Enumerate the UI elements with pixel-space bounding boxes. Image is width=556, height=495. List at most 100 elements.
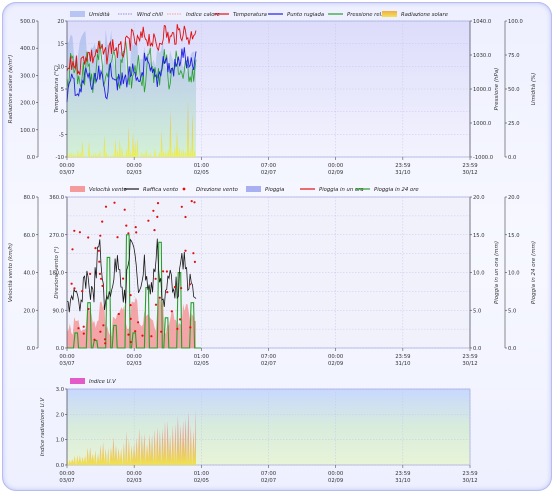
x-tick-label: 31/10	[395, 170, 411, 176]
wind-direction-point	[87, 307, 90, 311]
rain-rate-tick-label: 5.0	[473, 308, 481, 314]
x-tick-label: 01:00	[194, 163, 210, 169]
wind-direction-point	[82, 325, 85, 328]
wind-direction-point	[166, 291, 169, 294]
x-tick-label: 00:00	[328, 163, 344, 169]
wind-direction-point	[104, 342, 107, 345]
x-tick-label: 02/09	[328, 361, 343, 367]
x-tick-label: 02/03	[127, 170, 142, 176]
legend-chart2-item-swatch	[182, 187, 186, 191]
wind-speed-tick-label: 40.0	[23, 271, 35, 277]
wind-direction-point	[97, 249, 100, 252]
temperature-tick-label: -10	[56, 155, 64, 161]
wind-direction-point	[81, 290, 84, 293]
direction-tick-label: 90.0	[52, 308, 64, 314]
x-tick-label: 01:00	[194, 354, 210, 360]
wind-direction-point	[127, 333, 130, 336]
wind-direction-point	[156, 215, 159, 218]
x-tick-label: 23:59	[462, 163, 477, 169]
wind-direction-point	[154, 303, 158, 306]
uv-tick-label: 0.0	[56, 463, 64, 469]
wind-direction-point	[123, 208, 126, 211]
humidity-tick-label: 25.0	[508, 121, 520, 127]
x-tick-label: 30/12	[462, 170, 477, 176]
legend-chart2-item-label: Pioggia in 24 ore	[374, 187, 419, 193]
x-tick-label: 02/09	[328, 478, 343, 484]
x-tick-label: 07:00	[261, 163, 277, 169]
humidity-axis-title: Umidità (%)	[530, 73, 537, 106]
legend-chart3-item-label: Indice U.V	[89, 379, 116, 385]
rain-rate-tick-label: 10.0	[473, 271, 485, 277]
wind-direction-point	[94, 247, 97, 250]
rain-rate-tick-label: 0.0	[473, 346, 481, 352]
uv-tick-label: 1.0	[56, 438, 64, 444]
temperature-tick-label: 5	[61, 87, 64, 93]
x-tick-label: 02/07	[261, 361, 276, 367]
wind-direction-point	[134, 330, 137, 333]
weather-charts: -10-5051015200.0100.0200.0300.0400.0500.…	[7, 11, 537, 484]
wind-direction-point	[152, 209, 155, 212]
wind-direction-point	[129, 304, 132, 307]
wind-direction-point	[102, 324, 105, 327]
temperature-tick-label: 15	[57, 42, 64, 48]
x-tick-label: 00:00	[127, 354, 143, 360]
solar-tick-label: 500.0	[20, 19, 35, 25]
wind-direction-point	[184, 215, 187, 219]
wind-speed-tick-label: 80.0	[23, 195, 35, 201]
wind-direction-point	[135, 231, 138, 234]
direction-axis-title: Direzione vento (°)	[54, 246, 60, 298]
wind-direction-point	[70, 282, 73, 285]
x-tick-label: 02/09	[328, 170, 343, 176]
uv-tick-label: 3.0	[56, 387, 64, 393]
wind-direction-point	[100, 277, 103, 280]
rain-24h-tick-label: 20.0	[508, 195, 520, 201]
legend-chart1-item-swatch	[70, 11, 85, 17]
rain-24h-tick-label: 15.0	[508, 233, 520, 239]
x-tick-label: 31/10	[395, 361, 411, 367]
humidity-tick-label: 50.0	[508, 87, 520, 93]
pressure-tick-label: 1000.0	[473, 121, 491, 127]
rain-rate-axis-title: Pioggia in un ora (mm)	[494, 241, 500, 304]
uv-tick-label: 2.0	[56, 412, 64, 418]
legend-chart2-item-label: Pioggia in un ora	[319, 187, 364, 193]
legend-chart2-item-label: Direzione vento	[196, 187, 238, 193]
wind-direction-point	[147, 219, 150, 222]
x-tick-label: 03/07	[59, 361, 74, 367]
legend-chart2-item-label: Pioggia	[265, 187, 284, 193]
wind-direction-point	[192, 252, 195, 255]
legend-chart1-item-label: Indice calore	[186, 12, 221, 18]
wind-direction-point	[156, 202, 160, 205]
wind-direction-point	[99, 234, 102, 237]
wind-direction-point	[176, 327, 179, 330]
solar-tick-label: 400.0	[20, 46, 35, 52]
wind-direction-point	[129, 317, 132, 320]
legend-chart2-item-label: Raffica vento	[143, 187, 178, 193]
pressure-tick-label: -1000.0	[473, 155, 493, 161]
rain-rate-tick-label: 15.0	[473, 233, 485, 239]
wind-speed-axis-title: Velocità vento (km/h)	[7, 243, 14, 302]
wind-direction-point	[189, 326, 192, 329]
wind-speed-tick-label: 0.0	[27, 346, 35, 352]
pressure-tick-label: 1030.0	[473, 53, 491, 59]
x-tick-label: 03/07	[59, 170, 74, 176]
wind-direction-point	[129, 294, 132, 297]
pressure-tick-label: 1040.0	[473, 19, 491, 25]
solar-axis-title: Radiazione solare (w/m²)	[7, 55, 14, 124]
wind-direction-point	[173, 286, 176, 289]
wind-direction-point	[170, 310, 173, 313]
solar-tick-label: 0.0	[27, 155, 35, 161]
wind-direction-point	[193, 201, 196, 204]
wind-direction-point	[134, 226, 137, 229]
x-tick-label: 02/03	[127, 478, 142, 484]
wind-direction-point	[162, 270, 165, 273]
x-tick-label: 30/12	[462, 361, 477, 367]
legend-chart1-item-label: Temperatura	[233, 12, 267, 18]
legend-chart1-item-label: Punto rugiada	[287, 12, 324, 18]
rain-rate-tick-label: 20.0	[473, 195, 485, 201]
wind-direction-point	[103, 338, 107, 341]
x-tick-label: 07:00	[261, 354, 277, 360]
wind-direction-point	[165, 270, 168, 273]
wind-direction-point	[99, 330, 102, 333]
wind-direction-point	[89, 272, 92, 275]
x-tick-label: 03/07	[59, 478, 74, 484]
